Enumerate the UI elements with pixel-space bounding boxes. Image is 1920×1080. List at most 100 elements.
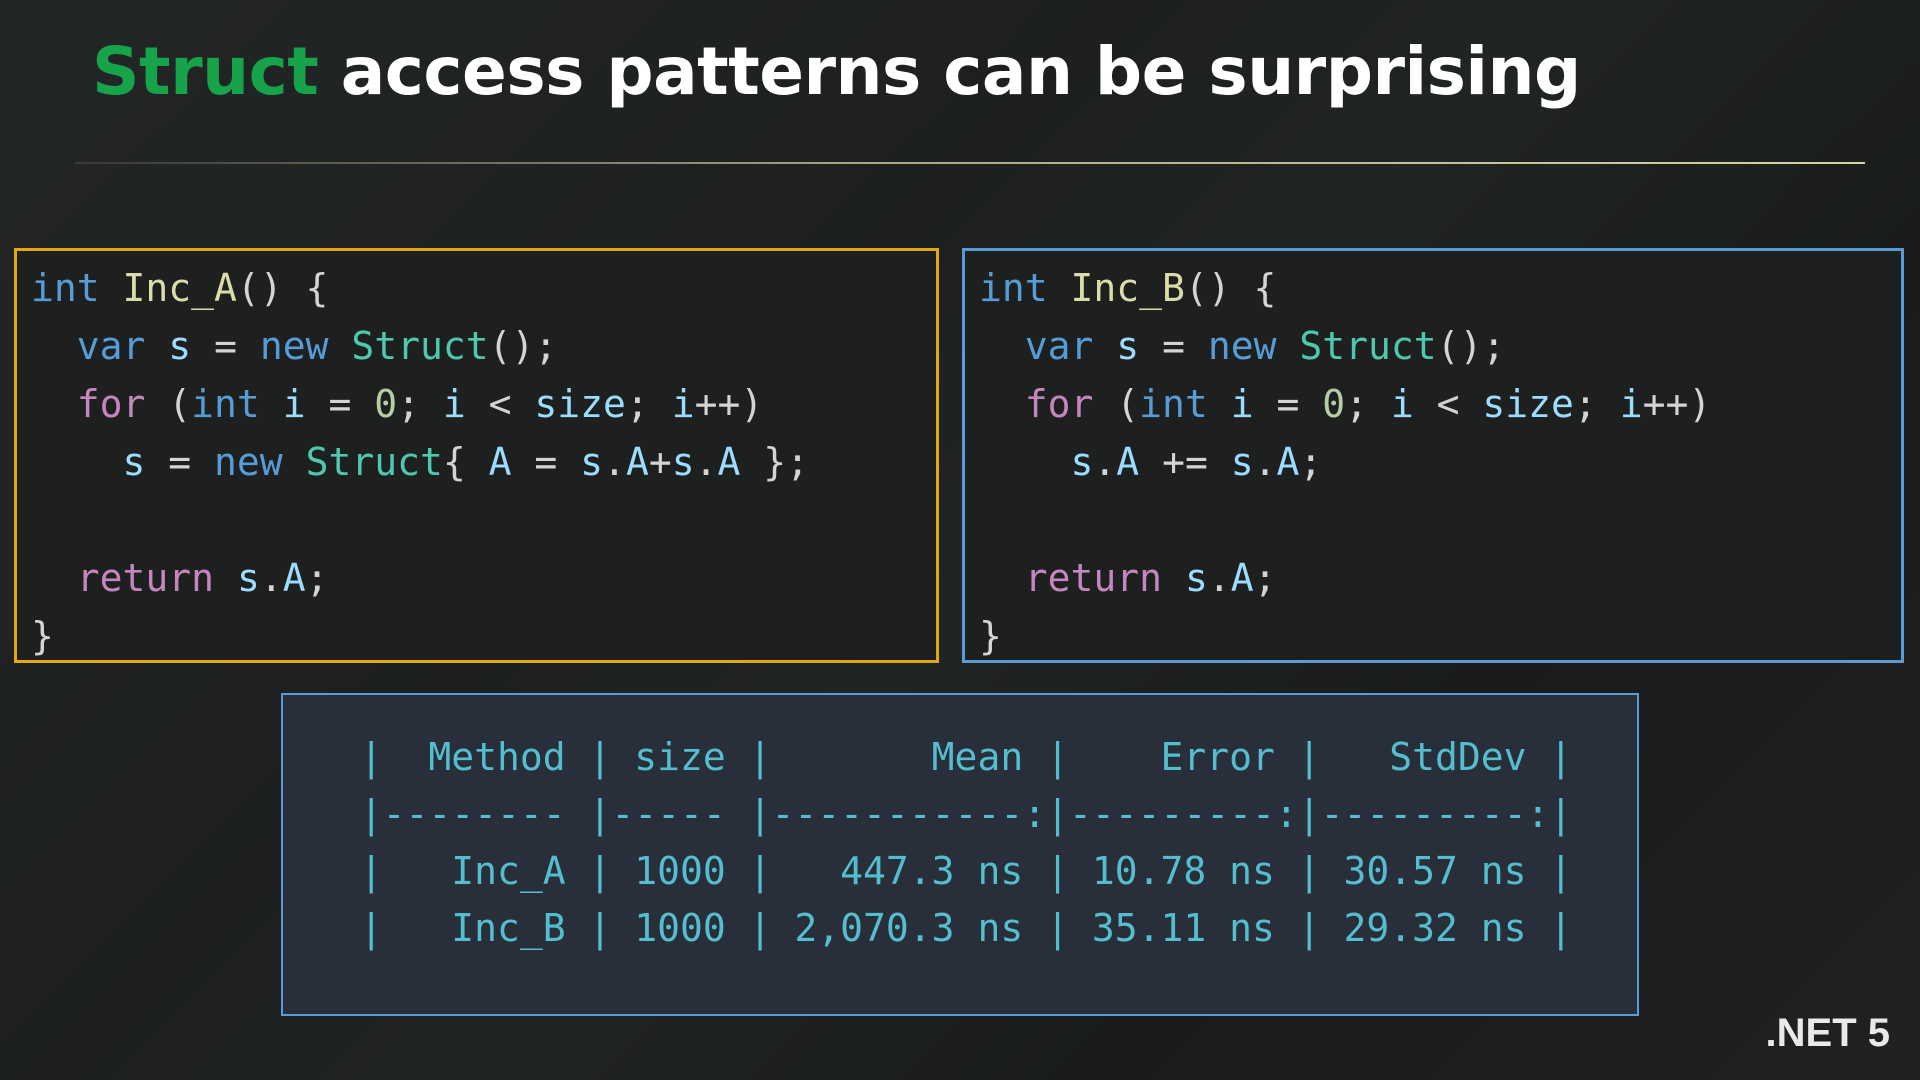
code-token: size: [1482, 382, 1574, 426]
code-token: ;: [625, 382, 672, 426]
code-text-inc-a: int Inc_A() { var s = new Struct(); for …: [31, 259, 922, 660]
code-token: =: [511, 440, 581, 484]
code-panel-inc-b: int Inc_B() { var s = new Struct(); for …: [962, 248, 1904, 663]
code-token: i: [442, 382, 466, 426]
code-token: s: [580, 440, 604, 484]
slide-root: Struct access patterns can be surprising…: [0, 0, 1920, 1080]
code-token: s: [236, 556, 260, 600]
code-token: i: [1230, 382, 1254, 426]
code-token: return: [1024, 556, 1163, 600]
code-token: i: [671, 382, 695, 426]
code-token: s: [671, 440, 695, 484]
title-rest: access patterns can be surprising: [318, 33, 1582, 110]
code-token: for: [76, 382, 146, 426]
code-token: new: [259, 324, 329, 368]
code-token: i: [1390, 382, 1414, 426]
code-token: var: [1024, 324, 1094, 368]
code-token: }: [979, 614, 1002, 658]
code-token: new: [214, 440, 283, 484]
code-token: s: [122, 440, 146, 484]
code-token: Inc_B: [1070, 266, 1185, 310]
code-token: Struct: [1299, 324, 1437, 368]
code-token: +=: [1139, 440, 1231, 484]
code-token: .: [694, 440, 718, 484]
code-token: A: [717, 440, 741, 484]
code-token: Struct: [351, 324, 489, 368]
code-token: s: [1184, 556, 1208, 600]
code-token: ;: [397, 382, 443, 426]
benchmark-results-panel: | Method | size | Mean | Error | StdDev …: [281, 693, 1639, 1016]
code-token: .: [1093, 440, 1117, 484]
code-token: +: [648, 440, 672, 484]
code-token: int: [191, 382, 260, 426]
code-text-inc-b: int Inc_B() { var s = new Struct(); for …: [979, 259, 1887, 660]
code-token: Struct: [305, 440, 443, 484]
code-token: A: [282, 556, 306, 600]
code-token: <: [1413, 382, 1483, 426]
code-token: .: [1253, 440, 1277, 484]
code-token: };: [740, 440, 810, 484]
code-token: A: [625, 440, 649, 484]
code-token: =: [305, 382, 375, 426]
code-token: ++): [694, 382, 764, 426]
code-token: s: [1070, 440, 1094, 484]
code-token: ();: [488, 324, 558, 368]
code-token: s: [1116, 324, 1140, 368]
code-token: s: [168, 324, 192, 368]
code-token: var: [76, 324, 146, 368]
code-token: int: [31, 266, 100, 310]
code-token: i: [282, 382, 306, 426]
brand-label: .NET 5: [1765, 1011, 1890, 1055]
code-token: () {: [236, 266, 329, 310]
code-token: A: [1116, 440, 1140, 484]
code-token: size: [534, 382, 626, 426]
code-token: .: [603, 440, 626, 484]
code-token: () {: [1184, 266, 1277, 310]
code-token: }: [31, 614, 54, 658]
code-token: return: [76, 556, 215, 600]
code-token: ();: [1436, 324, 1506, 368]
benchmark-table: | Method | size | Mean | Error | StdDev …: [359, 735, 1573, 950]
code-token: (: [1093, 382, 1140, 426]
code-token: Inc_A: [122, 266, 237, 310]
code-token: i: [1619, 382, 1643, 426]
code-token: A: [1230, 556, 1254, 600]
code-token: A: [1276, 440, 1300, 484]
code-token: {: [442, 440, 489, 484]
slide-header: Struct access patterns can be surprising: [92, 12, 1852, 132]
page-title: Struct access patterns can be surprising: [92, 39, 1581, 105]
code-token: ++): [1642, 382, 1712, 426]
code-token: ;: [1345, 382, 1391, 426]
code-token: <: [465, 382, 535, 426]
code-token: int: [979, 266, 1048, 310]
code-panel-inc-a: int Inc_A() { var s = new Struct(); for …: [14, 248, 939, 663]
code-token: =: [1139, 324, 1208, 368]
code-token: ;: [305, 556, 329, 600]
code-token: ;: [1253, 556, 1277, 600]
code-token: (: [145, 382, 192, 426]
title-accent-word: Struct: [92, 33, 319, 110]
code-token: =: [145, 440, 215, 484]
code-token: A: [488, 440, 512, 484]
code-token: .: [1207, 556, 1231, 600]
code-token: s: [1230, 440, 1254, 484]
code-token: new: [1207, 324, 1277, 368]
code-token: ;: [1573, 382, 1620, 426]
